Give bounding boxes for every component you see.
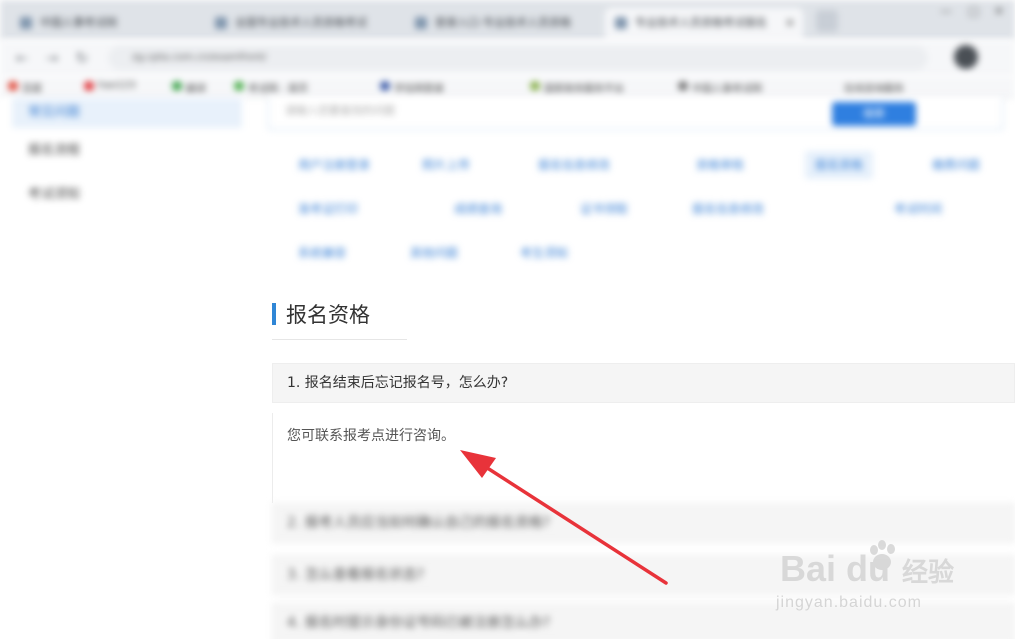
category-tag-active[interactable]: 报名资格 <box>805 151 874 179</box>
paw-icon <box>870 540 895 570</box>
bookmark-item[interactable]: 国家政务服务平台 <box>530 80 624 95</box>
tab-favicon-icon <box>615 17 627 29</box>
faq-question[interactable]: 1. 报名结束后忘记报名号，怎么办? <box>272 363 1015 403</box>
browser-tab[interactable]: 登录入口-专业技术人员资格 <box>405 8 600 40</box>
url-input[interactable]: zg.cpta.com.cn/examfront/ <box>108 46 928 70</box>
tab-favicon-icon <box>20 17 32 29</box>
section-accent-bar <box>272 303 276 325</box>
bookmark-item[interactable]: 考试网 - 首页 <box>234 80 308 95</box>
address-bar-row: ← → ↻ zg.cpta.com.cn/examfront/ <box>0 40 1015 76</box>
close-window-icon[interactable]: ✕ <box>994 4 1004 18</box>
category-tag[interactable]: 考生须知 <box>510 239 578 267</box>
baidu-watermark: Bai du 经验 jingyan.baidu.com <box>776 540 976 620</box>
category-tag[interactable]: 成绩查询 <box>444 195 512 223</box>
category-tag[interactable]: 报名信息修改 <box>528 151 620 179</box>
sidebar: 常见问题 报名流程 考试须知 <box>0 98 245 639</box>
category-tag[interactable]: 证书领取 <box>570 195 638 223</box>
reload-icon[interactable]: ↻ <box>72 48 92 68</box>
sidebar-item-faq[interactable]: 常见问题 <box>12 98 242 128</box>
bookmarks-bar: 百度 hao123 翻译 考试网 - 首页 学信网登录 国家政务服务平台 中国人… <box>0 76 1015 98</box>
bookmark-icon <box>678 81 688 91</box>
tab-favicon-icon <box>215 17 227 29</box>
bookmark-icon <box>172 81 182 91</box>
bookmark-icon <box>84 81 94 91</box>
browser-tab[interactable]: 全国专业技术人员资格考试 <box>205 8 400 40</box>
bookmark-icon <box>234 81 244 91</box>
sidebar-item-process[interactable]: 报名流程 <box>12 136 242 166</box>
close-icon[interactable]: ✕ <box>785 8 795 38</box>
category-tag[interactable]: 系统兼容 <box>288 239 356 267</box>
section-divider <box>272 339 407 340</box>
faq-question[interactable]: 2. 报考人员应当如何确认自己的报名资格? <box>272 503 1015 543</box>
faq-answer: 您可联系报考点进行咨询。 <box>272 413 1015 503</box>
category-tag[interactable]: 其他问题 <box>400 239 468 267</box>
category-tag[interactable]: 照片上传 <box>412 151 480 179</box>
tab-favicon-icon <box>415 17 427 29</box>
bookmark-icon <box>8 81 18 91</box>
bookmark-item[interactable]: hao123 <box>84 80 136 91</box>
category-tag[interactable]: 报名信息修改 <box>682 195 774 223</box>
minimize-icon[interactable]: — <box>940 4 952 18</box>
bookmark-item[interactable]: 百度 <box>8 80 42 95</box>
category-tag[interactable]: 考试时间 <box>884 195 952 223</box>
bookmark-item[interactable]: 翻译 <box>172 80 206 95</box>
section-title: 报名资格 <box>286 303 370 327</box>
bookmark-item[interactable]: 中国人事考试网 <box>678 80 762 95</box>
category-tag[interactable]: 资格审核 <box>686 151 754 179</box>
browser-tab[interactable]: 中国人事考试网 <box>10 8 200 40</box>
bookmark-icon <box>380 81 390 91</box>
watermark-url: jingyan.baidu.com <box>776 594 922 611</box>
new-tab-button[interactable] <box>816 10 838 32</box>
bookmark-item[interactable]: 学信网登录 <box>380 80 444 95</box>
profile-avatar[interactable] <box>954 45 978 69</box>
bookmark-item[interactable]: 在线咨询服务 <box>830 80 904 95</box>
browser-tab-bar: 中国人事考试网 全国专业技术人员资格考试 登录入口-专业技术人员资格 专业技术人… <box>0 0 1015 40</box>
bookmark-icon <box>530 81 540 91</box>
maximize-icon[interactable]: □ <box>968 4 979 18</box>
watermark-name: 经验 <box>902 558 955 588</box>
category-tag[interactable]: 准考证打印 <box>288 195 368 223</box>
category-tag[interactable]: 缴费问题 <box>922 151 990 179</box>
back-icon[interactable]: ← <box>12 48 32 68</box>
forward-icon[interactable]: → <box>42 48 62 68</box>
sidebar-item-notice[interactable]: 考试须知 <box>12 180 242 210</box>
browser-tab-active[interactable]: 专业技术人员资格考试报名 ✕ <box>605 8 803 40</box>
screenshot-root: 中国人事考试网 全国专业技术人员资格考试 登录入口-专业技术人员资格 专业技术人… <box>0 0 1015 639</box>
category-tag[interactable]: 用户注册登录 <box>288 151 380 179</box>
search-button[interactable]: 搜索 <box>832 102 916 126</box>
